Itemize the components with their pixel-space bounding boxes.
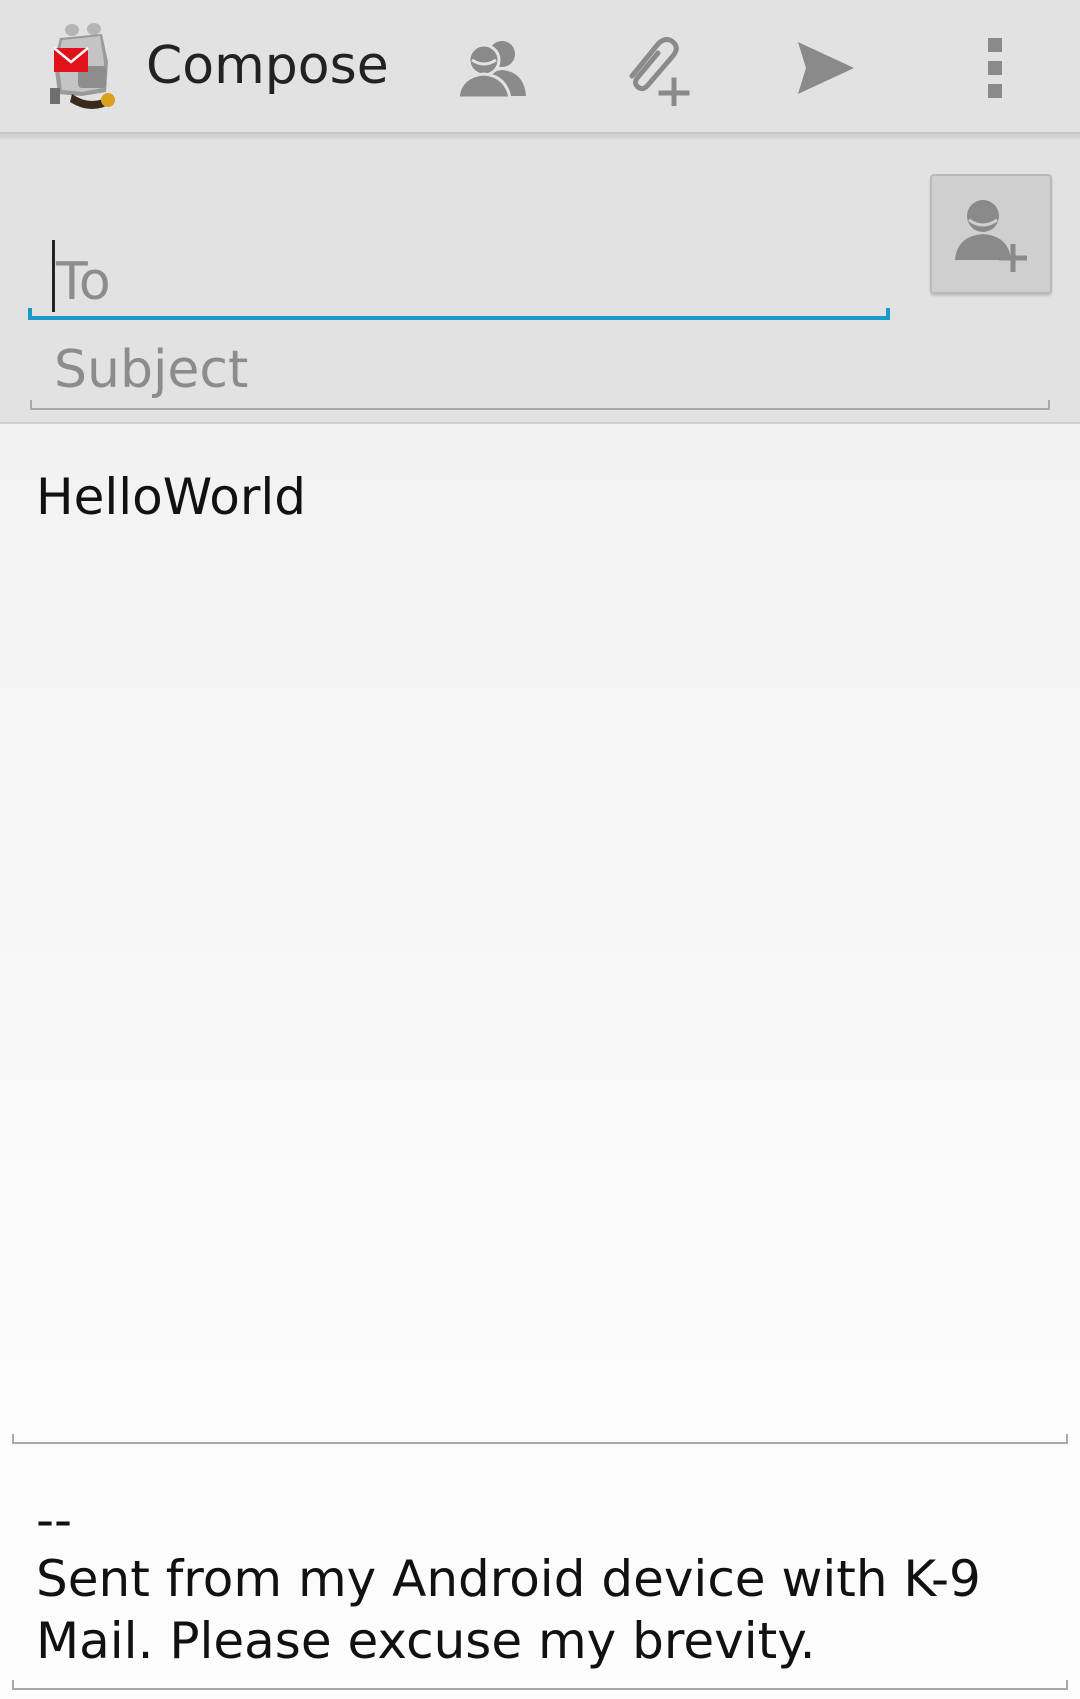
compose-body: HelloWorld -- Sent from my Android devic… xyxy=(0,424,1080,1699)
to-field[interactable]: To xyxy=(28,174,890,320)
signature-underline xyxy=(12,1680,1068,1690)
contacts-icon xyxy=(456,41,526,98)
signature-text: Sent from my Android device with K-9 Mai… xyxy=(36,1550,981,1670)
to-field-underline xyxy=(28,308,890,320)
subject-placeholder: Subject xyxy=(54,340,249,400)
signature-separator: -- xyxy=(36,1491,73,1549)
subject-field[interactable]: Subject xyxy=(30,336,1050,410)
send-button[interactable] xyxy=(776,20,876,116)
k9-mail-dog-icon[interactable] xyxy=(42,22,124,110)
send-icon xyxy=(798,42,854,94)
subject-field-underline xyxy=(30,400,1050,410)
signature-field[interactable]: -- Sent from my Android device with K-9 … xyxy=(12,1480,1068,1690)
action-bar-divider xyxy=(0,132,1080,140)
compose-header: To Subject xyxy=(0,140,1080,424)
overflow-menu-button[interactable] xyxy=(946,20,1046,116)
add-contact-button[interactable] xyxy=(930,174,1052,294)
page-title: Compose xyxy=(146,36,389,96)
text-cursor xyxy=(52,240,55,312)
to-placeholder: To xyxy=(56,252,111,312)
add-contact-icon xyxy=(955,200,1027,272)
contacts-button[interactable] xyxy=(442,20,542,116)
message-body-underline xyxy=(12,1434,1068,1444)
attach-button[interactable] xyxy=(608,20,708,116)
message-body-field[interactable]: HelloWorld xyxy=(12,424,1068,1444)
attach-icon xyxy=(629,36,690,106)
action-bar: Compose xyxy=(0,0,1080,132)
overflow-menu-icon xyxy=(988,38,1002,98)
message-text: HelloWorld xyxy=(36,468,307,526)
